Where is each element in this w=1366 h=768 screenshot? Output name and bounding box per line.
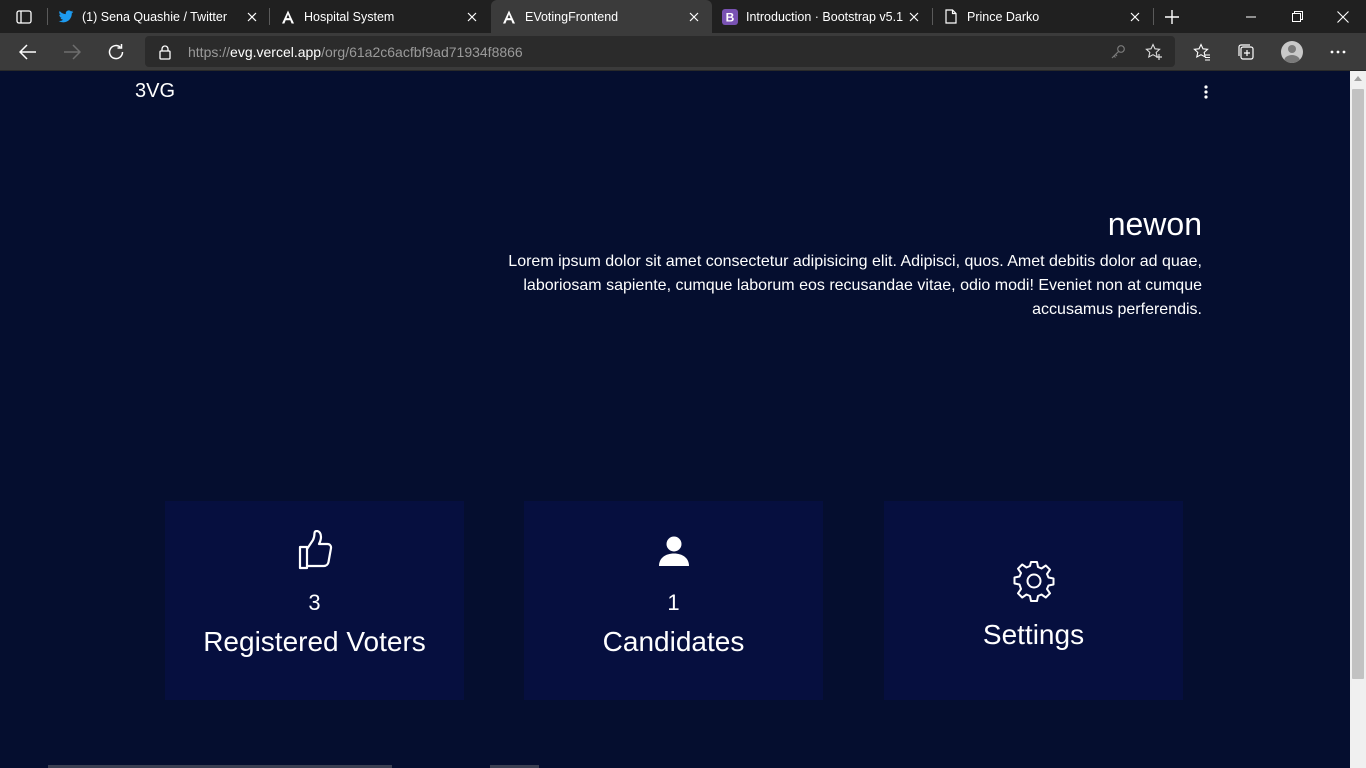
vertical-scrollbar[interactable]	[1350, 71, 1366, 768]
plus-icon	[1165, 10, 1179, 24]
tab-separator	[1153, 8, 1154, 25]
tab-actions-icon	[16, 10, 32, 24]
browser-toolbar: https://evg.vercel.app/org/61a2c6acfbf9a…	[0, 33, 1366, 71]
tab-twitter[interactable]: (1) Sena Quashie / Twitter	[48, 0, 270, 33]
card-label: Registered Voters	[203, 626, 426, 657]
tab-close-icon[interactable]	[1127, 9, 1143, 25]
angular-icon	[501, 9, 517, 25]
angular-icon	[280, 9, 296, 25]
refresh-icon	[108, 44, 124, 60]
address-bar[interactable]: https://evg.vercel.app/org/61a2c6acfbf9a…	[145, 36, 1175, 67]
back-arrow-icon	[19, 44, 36, 60]
collections-button[interactable]	[1231, 37, 1261, 67]
back-button[interactable]	[13, 37, 43, 67]
tab-close-icon[interactable]	[686, 9, 702, 25]
org-description: Lorem ipsum dolor sit amet consectetur a…	[508, 253, 1202, 318]
restore-button[interactable]	[1274, 0, 1320, 33]
card-label: Candidates	[602, 626, 745, 657]
menu-button[interactable]	[1196, 81, 1216, 103]
candidates-card[interactable]: 1 Candidates	[524, 501, 823, 700]
minimize-icon	[1246, 16, 1256, 17]
tab-title: EVotingFrontend	[525, 9, 619, 24]
tab-prince-darko[interactable]: Prince Darko	[933, 0, 1153, 33]
tab-hospital-system[interactable]: Hospital System	[270, 0, 490, 33]
url-path: /org/61a2c6acfbf9ad71934f8866	[321, 44, 523, 60]
tab-close-icon[interactable]	[464, 9, 480, 25]
scrollbar-thumb[interactable]	[1352, 89, 1364, 679]
tab-actions-button[interactable]	[10, 6, 38, 28]
settings-more-button[interactable]	[1323, 37, 1353, 67]
tab-title: Introduction · Bootstrap v5.1	[746, 9, 904, 24]
tab-evoting-frontend[interactable]: EVotingFrontend	[491, 0, 712, 33]
voters-count: 3	[308, 590, 321, 615]
gear-icon	[884, 560, 1183, 602]
close-window-button[interactable]	[1320, 0, 1366, 33]
lock-icon[interactable]	[157, 44, 173, 60]
settings-card[interactable]: Settings	[884, 501, 1183, 700]
tab-title: Prince Darko	[967, 9, 1040, 24]
person-icon	[524, 535, 823, 567]
favorites-button[interactable]	[1187, 37, 1217, 67]
tab-close-icon[interactable]	[244, 9, 260, 25]
favorites-icon	[1193, 43, 1210, 61]
tab-title: (1) Sena Quashie / Twitter	[82, 9, 227, 24]
url-text[interactable]: https://evg.vercel.app/org/61a2c6acfbf9a…	[188, 44, 523, 60]
tab-strip: (1) Sena Quashie / Twitter Hospital Syst…	[0, 0, 1366, 33]
minimize-button[interactable]	[1228, 0, 1274, 33]
new-tab-button[interactable]	[1160, 5, 1184, 29]
more-vertical-icon	[1204, 85, 1208, 99]
collections-icon	[1238, 44, 1254, 60]
restore-icon	[1291, 11, 1303, 22]
brand-logo[interactable]: 3VG	[135, 80, 175, 103]
tab-bootstrap[interactable]: B Introduction · Bootstrap v5.1	[712, 0, 932, 33]
tab-close-icon[interactable]	[906, 9, 922, 25]
bootstrap-icon: B	[722, 8, 738, 25]
registered-voters-card[interactable]: 3 Registered Voters	[165, 501, 464, 700]
twitter-icon	[58, 9, 74, 25]
close-icon	[1337, 10, 1349, 23]
refresh-button[interactable]	[101, 37, 131, 67]
svg-text:B: B	[726, 10, 735, 24]
page-icon	[943, 9, 959, 25]
profile-button[interactable]	[1277, 37, 1307, 67]
url-prefix: https://	[188, 44, 231, 60]
add-favorite-icon[interactable]	[1145, 43, 1163, 61]
tab-title: Hospital System	[304, 9, 395, 24]
thumbs-up-icon	[165, 530, 464, 570]
more-horizontal-icon	[1330, 50, 1346, 54]
forward-arrow-icon	[64, 44, 81, 60]
url-host: evg.vercel.app	[230, 44, 322, 60]
org-name: newon	[1107, 206, 1202, 242]
forward-button[interactable]	[57, 37, 87, 67]
key-icon[interactable]	[1109, 43, 1127, 61]
avatar	[1281, 41, 1303, 63]
scroll-up-icon[interactable]	[1354, 76, 1362, 81]
candidates-count: 1	[667, 590, 680, 615]
org-hero: newon Lorem ipsum dolor sit amet consect…	[482, 204, 1202, 322]
page-viewport: 3VG newon Lorem ipsum dolor sit amet con…	[0, 71, 1350, 768]
card-label: Settings	[982, 619, 1085, 650]
